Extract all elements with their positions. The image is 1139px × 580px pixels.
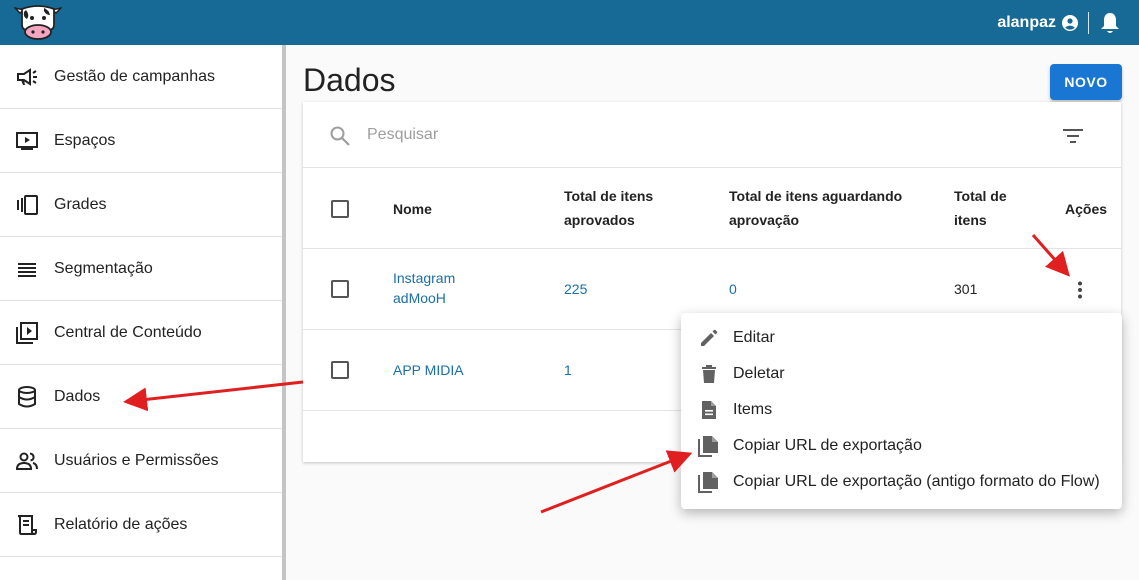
sidebar-scrollbar[interactable] xyxy=(282,45,286,580)
column-header-total-line2: itens xyxy=(954,212,987,228)
menu-item-label: Copiar URL de exportação (antigo formato… xyxy=(733,473,1100,490)
row-name-line2: adMooH xyxy=(393,290,446,306)
megaphone-icon xyxy=(14,64,40,90)
menu-item-label: Items xyxy=(733,401,773,418)
search-input[interactable] xyxy=(367,122,967,148)
user-area: alanpaz xyxy=(997,0,1139,45)
sidebar-item-label: Central de Conteúdo xyxy=(54,323,202,341)
sidebar-item-grades[interactable]: Grades xyxy=(0,173,282,237)
row-checkbox[interactable] xyxy=(331,280,349,298)
row-name-link[interactable]: APP MIDIA xyxy=(393,360,464,380)
row-name-link[interactable]: Instagram adMooH xyxy=(393,268,455,308)
column-header-pending-line1: Total de itens aguardando xyxy=(729,188,903,204)
menu-item-copiar-url-antigo[interactable]: Copiar URL de exportação (antigo formato… xyxy=(681,464,1122,500)
new-button[interactable]: NOVO xyxy=(1050,64,1122,100)
menu-item-editar[interactable]: Editar xyxy=(681,320,1122,356)
actions-menu: Editar Deletar Items Copiar URL de expor… xyxy=(681,313,1122,509)
search-bar xyxy=(303,102,1121,168)
people-icon xyxy=(14,448,40,474)
row-name-line1: Instagram xyxy=(393,270,456,286)
column-header-pending-line2: aprovação xyxy=(729,212,800,228)
row-approved-count[interactable]: 1 xyxy=(564,362,572,378)
sidebar-item-central-conteudo[interactable]: Central de Conteúdo xyxy=(0,301,282,365)
sidebar-item-label: Espaços xyxy=(54,131,116,149)
sidebar-item-label: Usuários e Permissões xyxy=(54,451,219,469)
select-all-checkbox[interactable] xyxy=(331,200,349,218)
video-library-icon xyxy=(14,320,40,346)
copy-file-icon xyxy=(697,470,721,494)
column-header-actions: Ações xyxy=(1065,201,1108,217)
arrow-to-copy-url xyxy=(540,450,693,514)
column-header-name[interactable]: Nome xyxy=(393,197,432,221)
more-vert-icon[interactable] xyxy=(1070,278,1090,302)
sidebar-item-usuarios[interactable]: Usuários e Permissões xyxy=(0,429,282,493)
column-header-total-line1: Total de xyxy=(954,188,1007,204)
trash-icon xyxy=(697,362,721,386)
sidebar-item-segmentacao[interactable]: Segmentação xyxy=(0,237,282,301)
menu-item-label: Editar xyxy=(733,329,775,346)
column-header-approved-line1: Total de itens xyxy=(564,188,654,204)
copy-file-icon xyxy=(697,434,721,458)
sidebar-item-label: Segmentação xyxy=(54,259,153,277)
column-header-pending[interactable]: Total de itens aguardando aprovação xyxy=(729,184,902,232)
sidebar-item-label: Relatório de ações xyxy=(54,515,188,533)
sidebar-item-relatorio[interactable]: Relatório de ações xyxy=(0,493,282,557)
pencil-icon xyxy=(697,326,721,350)
database-icon xyxy=(14,384,40,410)
bell-icon[interactable] xyxy=(1099,11,1121,35)
menu-item-items[interactable]: Items xyxy=(681,392,1122,428)
sidebar-item-label: Dados xyxy=(54,387,101,405)
username[interactable]: alanpaz xyxy=(997,14,1056,32)
filter-icon[interactable] xyxy=(1061,124,1085,148)
search-icon xyxy=(329,125,351,147)
page-title: Dados xyxy=(303,62,396,98)
account-circle-icon[interactable] xyxy=(1062,14,1078,31)
column-header-approved-line2: aprovados xyxy=(564,212,635,228)
sidebar: Gestão de campanhas Espaços Grades Segme… xyxy=(0,45,282,580)
report-icon xyxy=(14,512,40,538)
carousel-icon xyxy=(14,192,40,218)
cow-logo-icon[interactable] xyxy=(12,3,64,41)
row-checkbox[interactable] xyxy=(331,361,349,379)
sidebar-item-dados[interactable]: Dados xyxy=(0,365,282,429)
sidebar-item-label: Gestão de campanhas xyxy=(54,67,215,85)
list-icon xyxy=(14,256,40,282)
document-icon xyxy=(697,398,721,422)
sidebar-item-espacos[interactable]: Espaços xyxy=(0,109,282,173)
table-header: Nome Total de itens aprovados Total de i… xyxy=(303,168,1121,249)
menu-item-label: Deletar xyxy=(733,365,785,382)
row-approved-count[interactable]: 225 xyxy=(564,281,587,297)
column-header-total[interactable]: Total de itens xyxy=(954,184,1007,232)
menu-item-label: Copiar URL de exportação xyxy=(733,437,922,454)
row-pending-count[interactable]: 0 xyxy=(729,281,737,297)
menu-item-deletar[interactable]: Deletar xyxy=(681,356,1122,392)
column-header-approved[interactable]: Total de itens aprovados xyxy=(564,184,653,232)
top-bar: alanpaz xyxy=(0,0,1139,45)
play-screen-icon xyxy=(14,128,40,154)
sidebar-item-campanhas[interactable]: Gestão de campanhas xyxy=(0,45,282,109)
sidebar-item-label: Grades xyxy=(54,195,107,213)
row-total-count: 301 xyxy=(954,281,978,297)
header-divider xyxy=(1088,11,1089,34)
menu-item-copiar-url[interactable]: Copiar URL de exportação xyxy=(681,428,1122,464)
